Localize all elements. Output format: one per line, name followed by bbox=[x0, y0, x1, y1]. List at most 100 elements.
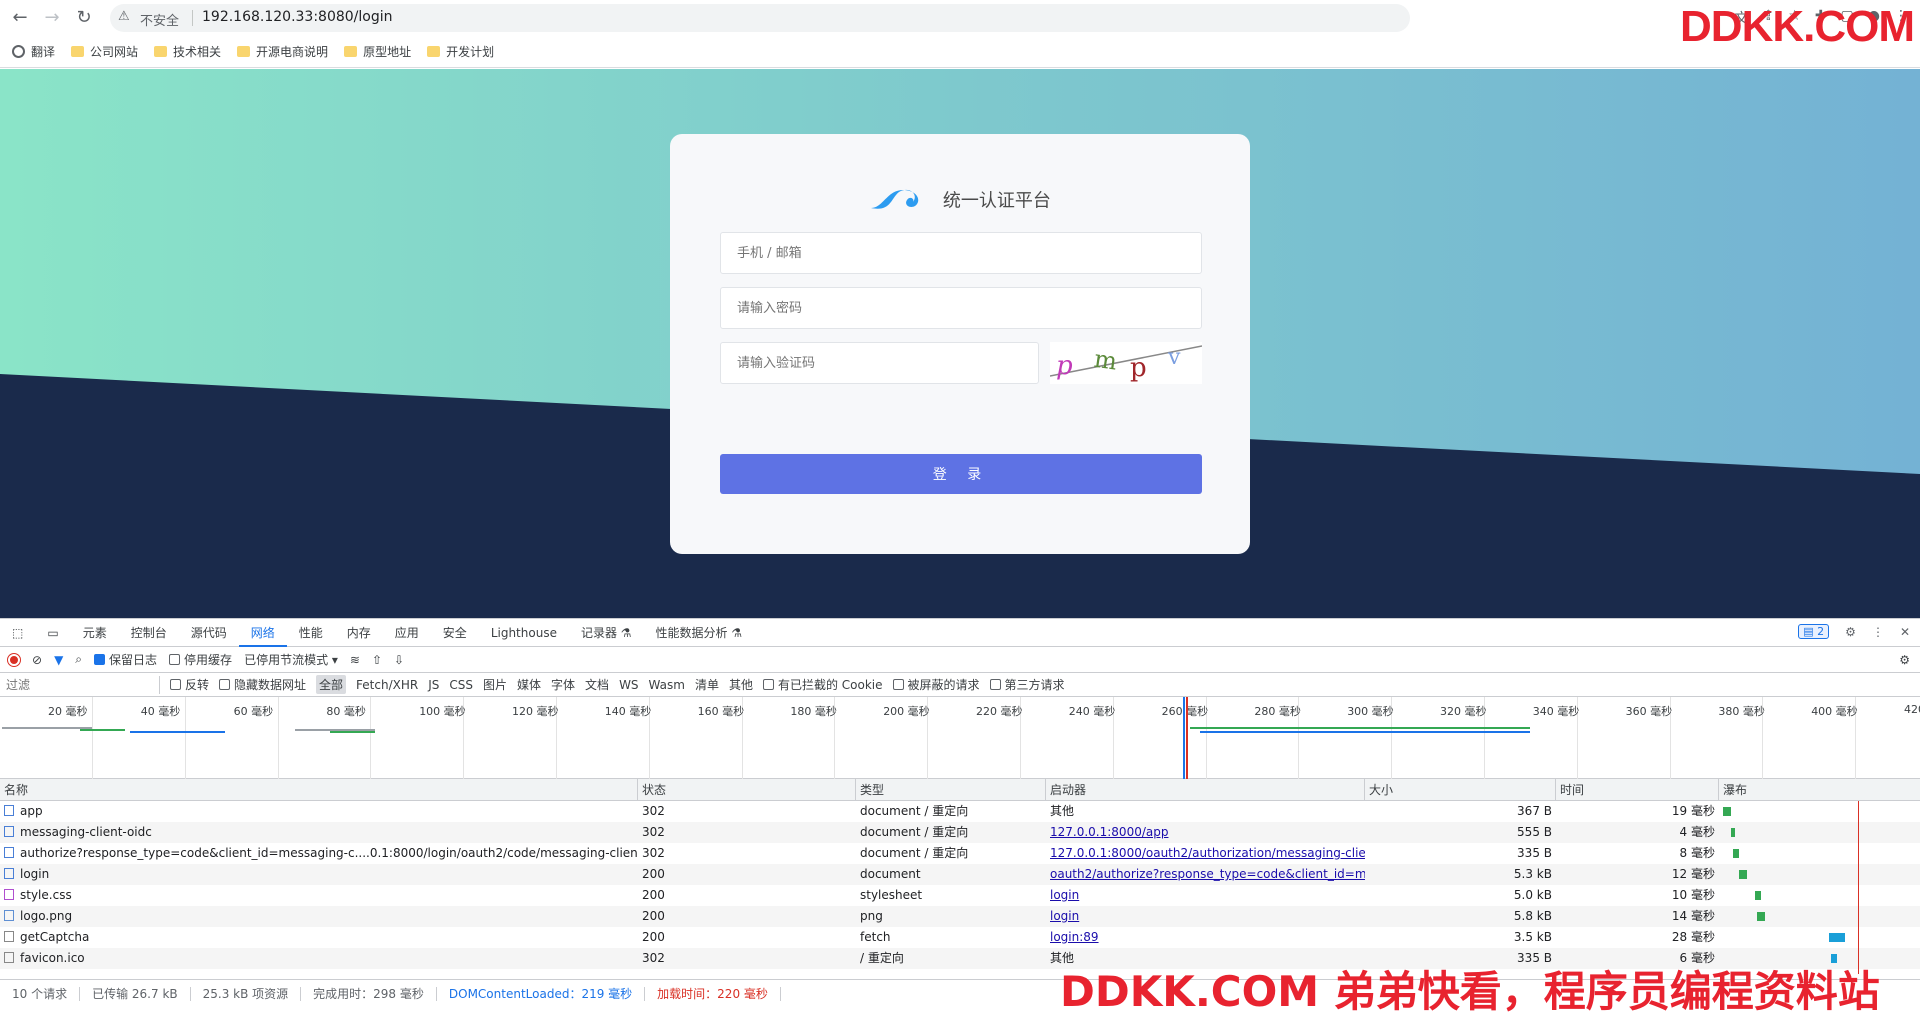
login-button[interactable]: 登 录 bbox=[720, 454, 1202, 494]
blocked-cookies-checkbox[interactable]: 有已拦截的 Cookie bbox=[762, 676, 883, 693]
bookmark-folder[interactable]: 开发计划 bbox=[427, 43, 494, 60]
svg-text:p: p bbox=[1130, 353, 1147, 383]
filter-type-fetch[interactable]: Fetch/XHR bbox=[356, 678, 418, 692]
filter-type-all[interactable]: 全部 bbox=[316, 675, 347, 694]
network-settings-gear-icon[interactable]: ⚙ bbox=[1899, 653, 1910, 667]
filter-type-js[interactable]: JS bbox=[428, 678, 439, 692]
bookmark-folder[interactable]: 技术相关 bbox=[154, 43, 221, 60]
request-name: style.css bbox=[20, 888, 72, 902]
back-icon[interactable]: ← bbox=[8, 6, 32, 30]
tab-memory[interactable]: 内存 bbox=[335, 619, 383, 647]
devtools-actions: ▤ 2 ⚙ ⋮ ✕ bbox=[1798, 624, 1910, 639]
hide-data-urls-checkbox[interactable]: 隐藏数据网址 bbox=[219, 676, 306, 693]
tab-sources[interactable]: 源代码 bbox=[179, 619, 239, 647]
column-status[interactable]: 状态 bbox=[638, 779, 856, 801]
bookmark-folder[interactable]: 公司网站 bbox=[71, 43, 138, 60]
third-party-checkbox[interactable]: 第三方请求 bbox=[989, 676, 1065, 693]
warning-icon: ⚠ bbox=[118, 9, 130, 24]
status-transferred: 已传输 26.7 kB bbox=[80, 987, 191, 1001]
network-conditions-icon[interactable]: ≋ bbox=[350, 653, 360, 667]
tab-security[interactable]: 安全 bbox=[431, 619, 479, 647]
disable-cache-checkbox[interactable]: 停用缓存 bbox=[169, 651, 232, 668]
tab-network[interactable]: 网络 bbox=[238, 619, 287, 647]
folder-icon bbox=[237, 46, 251, 57]
preserve-log-checkbox[interactable]: 保留日志 bbox=[94, 651, 157, 668]
url-text[interactable]: 192.168.120.33:8080/login bbox=[202, 9, 393, 25]
column-waterfall[interactable]: 瀑布 bbox=[1719, 779, 1920, 801]
clear-icon[interactable]: ⊘ bbox=[32, 653, 42, 667]
captcha-image[interactable]: p m p v bbox=[1049, 342, 1203, 384]
invert-checkbox[interactable]: 反转 bbox=[170, 676, 209, 693]
filter-type-ws[interactable]: WS bbox=[619, 678, 638, 692]
search-icon[interactable]: ⌕ bbox=[75, 652, 82, 667]
device-toolbar-icon[interactable]: ▭ bbox=[35, 619, 70, 647]
inspect-element-icon[interactable]: ⬚ bbox=[0, 619, 35, 647]
filter-type-wasm[interactable]: Wasm bbox=[649, 678, 685, 692]
bookmark-folder[interactable]: 开源电商说明 bbox=[237, 43, 328, 60]
column-size[interactable]: 大小 bbox=[1365, 779, 1556, 801]
bookmark-folder[interactable]: 原型地址 bbox=[344, 43, 411, 60]
table-row[interactable]: getCaptcha 200 fetch login:89 3.5 kB 28 毫秒 bbox=[0, 927, 1920, 948]
overview-gridline bbox=[184, 697, 186, 779]
tab-performance[interactable]: 性能 bbox=[287, 619, 335, 647]
reload-icon[interactable]: ↻ bbox=[72, 6, 96, 30]
username-input[interactable] bbox=[720, 232, 1202, 274]
filter-type-other[interactable]: 其他 bbox=[729, 676, 753, 693]
record-icon[interactable] bbox=[8, 653, 20, 666]
issues-badge[interactable]: ▤ 2 bbox=[1798, 624, 1830, 639]
cell-initiator[interactable]: oauth2/authorize?response_type=code&clie… bbox=[1046, 864, 1365, 885]
bookmark-label: 开源电商说明 bbox=[256, 45, 329, 59]
table-row[interactable]: logo.png 200 png login 5.8 kB 14 毫秒 bbox=[0, 906, 1920, 927]
watermark-bottom: DDKK.COM 弟弟快看，程序员编程资料站 bbox=[1060, 967, 1880, 1016]
cell-initiator[interactable]: login:89 bbox=[1046, 927, 1365, 948]
checkbox bbox=[892, 679, 904, 690]
tab-performance-insights[interactable]: 性能数据分析 ⚗ bbox=[644, 619, 755, 647]
settings-gear-icon[interactable]: ⚙ bbox=[1845, 625, 1856, 639]
address-bar[interactable]: ⚠ 不安全 192.168.120.33:8080/login bbox=[110, 4, 1410, 32]
column-type[interactable]: 类型 bbox=[856, 779, 1046, 801]
blocked-requests-checkbox[interactable]: 被屏蔽的请求 bbox=[892, 676, 980, 693]
filter-type-media[interactable]: 媒体 bbox=[517, 676, 541, 693]
throttling-select[interactable]: 已停用节流模式 ▾ bbox=[244, 651, 338, 668]
cell-type: document / 重定向 bbox=[860, 804, 969, 818]
table-row[interactable]: login 200 document oauth2/authorize?respons… bbox=[0, 864, 1920, 885]
table-row[interactable]: messaging-client-oidc 302 document / 重定向 12… bbox=[0, 822, 1920, 843]
tab-recorder[interactable]: 记录器 ⚗ bbox=[569, 619, 644, 647]
column-initiator[interactable]: 启动器 bbox=[1046, 779, 1365, 801]
column-time[interactable]: 时间 bbox=[1556, 779, 1719, 801]
filter-type-doc[interactable]: 文档 bbox=[585, 676, 609, 693]
import-har-icon[interactable]: ⇧ bbox=[372, 653, 382, 667]
cell-time: 19 毫秒 bbox=[1671, 804, 1715, 818]
table-row[interactable]: app 302 document / 重定向 其他 367 B 19 毫秒 bbox=[0, 801, 1920, 822]
filter-icon[interactable]: ▼ bbox=[54, 653, 63, 667]
filter-type-manifest[interactable]: 清单 bbox=[695, 676, 719, 693]
cell-initiator[interactable]: login bbox=[1046, 906, 1365, 927]
export-har-icon[interactable]: ⇩ bbox=[394, 653, 404, 667]
cell-initiator[interactable]: 127.0.0.1:8000/oauth2/authorization/mess… bbox=[1046, 843, 1365, 864]
bookmark-translate[interactable]: 翻译 bbox=[12, 43, 55, 60]
folder-icon bbox=[154, 46, 168, 57]
filter-type-font[interactable]: 字体 bbox=[551, 676, 575, 693]
table-row[interactable]: style.css 200 stylesheet login 5.0 kB 10 毫秒 bbox=[0, 885, 1920, 906]
network-overview-timeline[interactable]: 20 毫秒 40 毫秒 60 毫秒 80 毫秒 100 毫秒 120 毫秒 140 毫秒 16… bbox=[0, 697, 1920, 779]
filter-input[interactable] bbox=[0, 675, 160, 694]
tab-console[interactable]: 控制台 bbox=[119, 619, 179, 647]
filter-type-css[interactable]: CSS bbox=[449, 678, 473, 692]
forward-icon[interactable]: → bbox=[40, 6, 64, 30]
close-icon[interactable]: ✕ bbox=[1900, 625, 1910, 639]
tab-application[interactable]: 应用 bbox=[383, 619, 431, 647]
watermark-top: DDKK.COM bbox=[1680, 2, 1915, 51]
password-input[interactable] bbox=[720, 287, 1202, 329]
cell-name: style.css bbox=[0, 885, 638, 906]
cell-size: 367 B bbox=[1517, 804, 1552, 818]
column-name[interactable]: 名称 bbox=[0, 779, 638, 801]
captcha-input[interactable] bbox=[720, 342, 1039, 384]
tab-elements[interactable]: 元素 bbox=[71, 619, 119, 647]
tab-lighthouse[interactable]: Lighthouse bbox=[479, 619, 569, 647]
more-options-icon[interactable]: ⋮ bbox=[1872, 625, 1884, 639]
filter-type-img[interactable]: 图片 bbox=[483, 676, 507, 693]
table-row[interactable]: authorize?response_type=code&client_id=m… bbox=[0, 843, 1920, 864]
cell-initiator[interactable]: login bbox=[1046, 885, 1365, 906]
cell-initiator[interactable]: 127.0.0.1:8000/app bbox=[1046, 822, 1365, 843]
request-name: getCaptcha bbox=[20, 930, 90, 944]
